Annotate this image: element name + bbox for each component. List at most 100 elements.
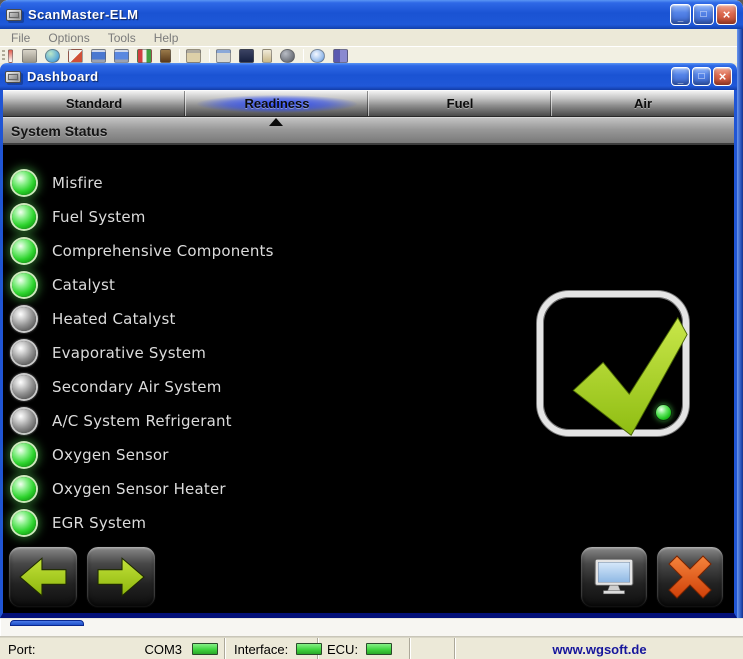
monitor-row: Secondary Air System (12, 370, 274, 404)
tab-fuel[interactable]: Fuel (368, 91, 551, 116)
close-icon: × (723, 7, 731, 22)
status-led (12, 409, 36, 433)
status-led (12, 273, 36, 297)
menu-options[interactable]: Options (39, 31, 98, 45)
monitor-row: Evaporative System (12, 336, 274, 370)
monitor-label: Oxygen Sensor Heater (52, 480, 226, 498)
monitor-label: Fuel System (52, 208, 146, 226)
toolbar-separator (179, 49, 180, 62)
toolbar-report-icon[interactable] (68, 49, 83, 63)
monitor-list: Misfire Fuel System Comprehensive Compon… (12, 166, 274, 540)
menu-tools[interactable]: Tools (99, 31, 145, 45)
monitor-label: Evaporative System (52, 344, 206, 362)
menu-file[interactable]: File (2, 31, 39, 45)
tabbar: Standard Readiness Fuel Air (3, 90, 734, 117)
dashboard-maximize-button[interactable]: □ (692, 67, 711, 86)
app-window: ScanMaster-ELM _ □ × File Options Tools … (0, 0, 743, 659)
tab-air[interactable]: Air (551, 91, 734, 116)
statusbar-interface-panel: Interface: (226, 638, 318, 659)
ecu-status-led (366, 643, 392, 655)
x-icon (668, 555, 712, 599)
tab-label: Fuel (447, 96, 474, 111)
background-window-edge (10, 620, 84, 626)
monitor-label: Oxygen Sensor (52, 446, 169, 464)
monitor-label: Misfire (52, 174, 103, 192)
toolbar-window-icon[interactable] (216, 49, 231, 63)
monitor-row: Oxygen Sensor Heater (12, 472, 274, 506)
maximize-icon: □ (700, 9, 706, 20)
monitor-label: EGR System (52, 514, 146, 532)
main-window-title: ScanMaster-ELM (28, 7, 138, 22)
toolbar-battery-icon[interactable] (262, 49, 272, 63)
dashboard-window-controls: _ □ × (671, 67, 732, 86)
section-header: System Status (3, 117, 734, 145)
toolbar-separator (209, 49, 210, 62)
client-area-strip (0, 618, 743, 637)
interface-label: Interface: (234, 642, 288, 657)
status-led (12, 375, 36, 399)
monitor-row: Oxygen Sensor (12, 438, 274, 472)
dashboard-body: Standard Readiness Fuel Air System Statu… (0, 90, 737, 618)
menu-help[interactable]: Help (145, 31, 188, 45)
toolbar-globe-icon[interactable] (45, 49, 60, 63)
status-led (12, 239, 36, 263)
monitor-label: Heated Catalyst (52, 310, 176, 328)
dashboard-minimize-button[interactable]: _ (671, 67, 690, 86)
toolbar-chart-icon[interactable] (137, 49, 152, 63)
port-label: Port: (8, 642, 35, 657)
website-link[interactable]: www.wgsoft.de (552, 642, 646, 657)
status-led (12, 307, 36, 331)
tab-standard[interactable]: Standard (3, 91, 185, 116)
main-window-controls: _ □ × (670, 4, 737, 25)
dashboard-close-button[interactable]: × (713, 67, 732, 86)
tab-label: Air (634, 96, 652, 111)
monitor-row: Catalyst (12, 268, 274, 302)
monitor-row: EGR System (12, 506, 274, 540)
monitor-label: Catalyst (52, 276, 115, 294)
maximize-button[interactable]: □ (693, 4, 714, 25)
toolbar (0, 46, 743, 63)
previous-button[interactable] (8, 546, 78, 608)
toolbar-trash-icon[interactable] (22, 49, 37, 63)
status-led (12, 171, 36, 195)
toolbar-terminal-icon[interactable] (239, 49, 254, 63)
result-led (656, 405, 671, 420)
dashboard-window: Dashboard _ □ × Standard Readiness Fuel … (0, 63, 737, 618)
monitor-row: Heated Catalyst (12, 302, 274, 336)
toolbar-book-icon[interactable] (333, 49, 348, 63)
next-button[interactable] (86, 546, 156, 608)
dashboard-title: Dashboard (27, 69, 99, 84)
minimize-icon: _ (678, 74, 684, 85)
port-status-led (192, 643, 218, 655)
monitor-label: A/C System Refrigerant (52, 412, 232, 430)
tab-readiness[interactable]: Readiness (185, 91, 368, 116)
app-chip-icon (6, 9, 22, 21)
toolbar-clipboard-icon[interactable] (186, 49, 201, 63)
menubar: File Options Tools Help (0, 29, 743, 46)
active-tab-pointer-icon (269, 118, 283, 126)
toolbar-monitor-icon[interactable] (91, 49, 106, 63)
status-led (12, 205, 36, 229)
statusbar-empty-panel (411, 638, 455, 659)
statusbar-ecu-panel: ECU: (319, 638, 410, 659)
exit-button[interactable] (656, 546, 724, 608)
main-titlebar: ScanMaster-ELM _ □ × (0, 0, 743, 29)
statusbar: Port: COM3 Interface: ECU: www.wgsoft.de (0, 637, 743, 659)
toolbar-connect-icon[interactable] (8, 49, 13, 63)
section-header-label: System Status (11, 123, 107, 139)
dashboard-titlebar: Dashboard _ □ × (0, 63, 737, 90)
toolbar-info-icon[interactable] (310, 49, 325, 63)
toolbar-fuel-icon[interactable] (160, 49, 171, 63)
screen-view-button[interactable] (580, 546, 648, 608)
arrow-right-icon (97, 557, 145, 597)
status-led (12, 341, 36, 365)
tab-label: Standard (66, 96, 122, 111)
minimize-button[interactable]: _ (670, 4, 691, 25)
tab-label: Readiness (244, 96, 309, 111)
toolbar-separator (303, 49, 304, 62)
readiness-result-indicator (537, 291, 689, 436)
toolbar-world-icon[interactable] (280, 49, 295, 63)
toolbar-display-icon[interactable] (114, 49, 129, 63)
close-button[interactable]: × (716, 4, 737, 25)
ecu-label: ECU: (327, 642, 358, 657)
